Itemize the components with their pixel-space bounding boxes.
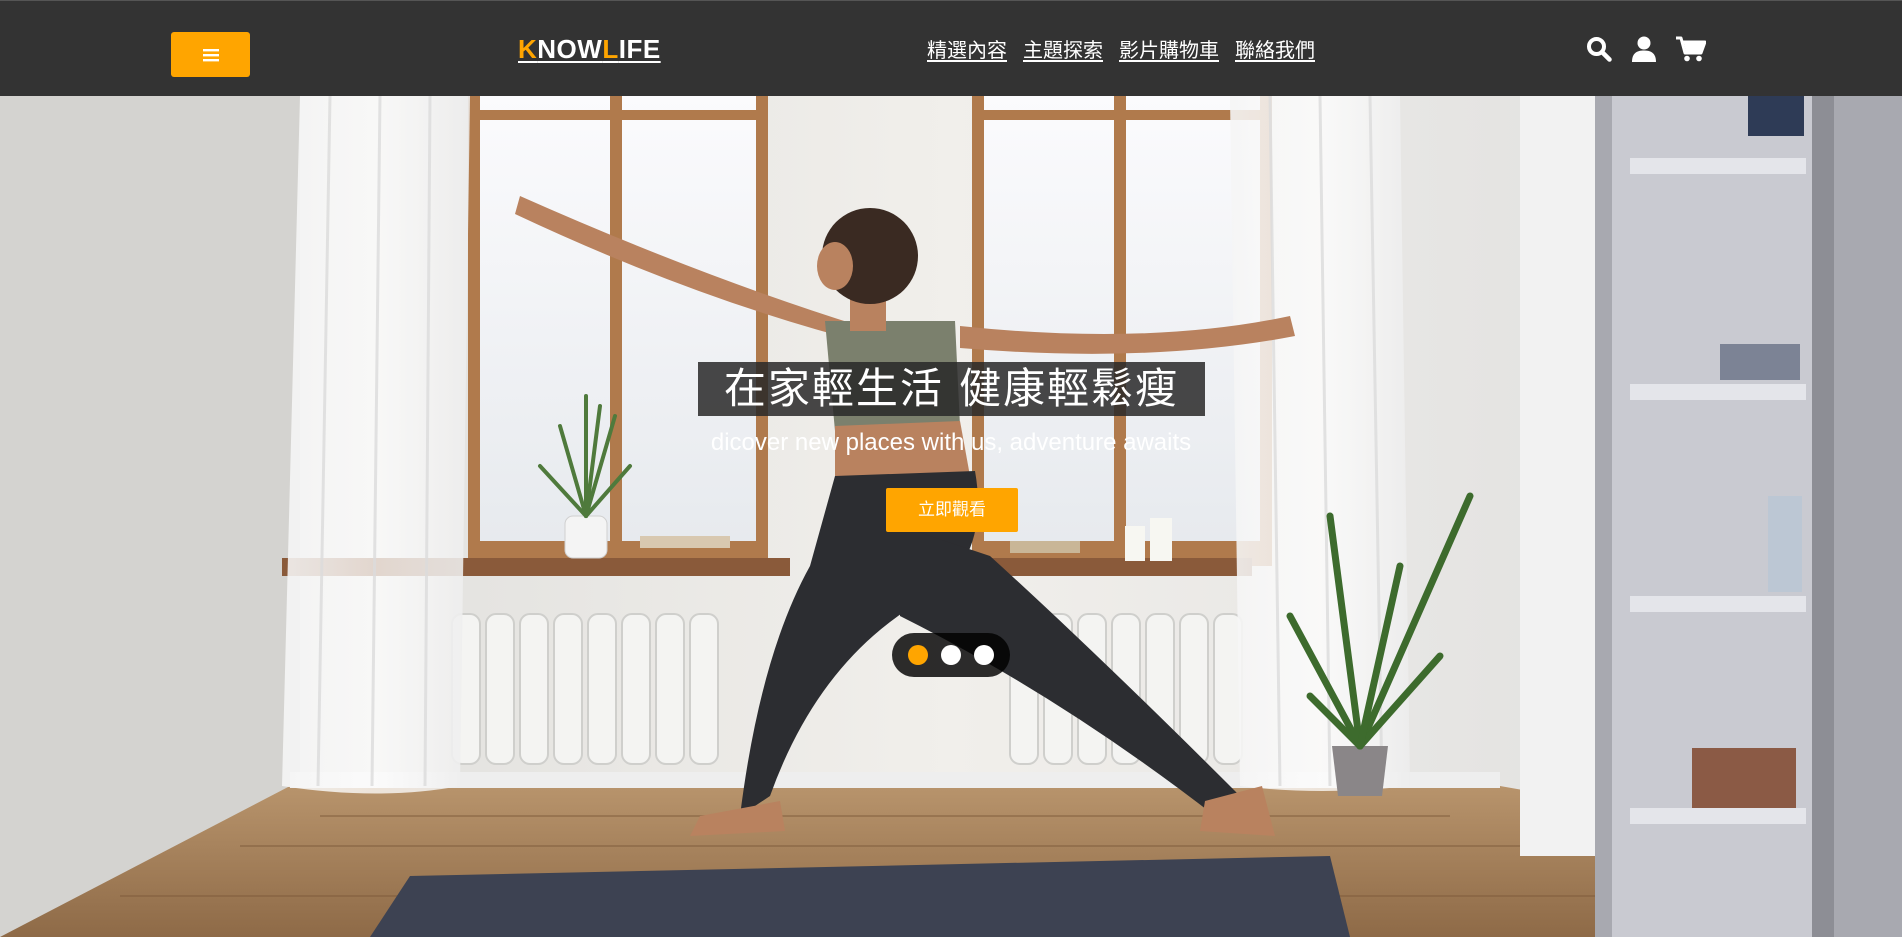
- hero-banner: 在家輕生活 健康輕鬆瘦 dicover new places with us, …: [0, 96, 1902, 937]
- logo-letter-k: K: [518, 34, 538, 64]
- carousel-dot-3[interactable]: [974, 645, 994, 665]
- nav-link-video-cart[interactable]: 影片購物車: [1119, 35, 1219, 65]
- hamburger-icon: [202, 48, 219, 62]
- logo-letters-ife: IFE: [618, 34, 661, 64]
- watch-now-button[interactable]: 立即觀看: [886, 488, 1018, 532]
- hero-subtitle: dicover new places with us, adventure aw…: [710, 429, 1192, 456]
- logo-letters-now: NOW: [537, 34, 603, 64]
- header-actions: [1586, 31, 1706, 67]
- carousel-indicators: [892, 633, 1010, 677]
- nav-link-contact[interactable]: 聯絡我們: [1235, 35, 1315, 65]
- menu-toggle-button[interactable]: [171, 32, 250, 77]
- main-nav: 精選內容 主題探索 影片購物車 聯絡我們: [927, 35, 1315, 65]
- hero-title: 在家輕生活 健康輕鬆瘦: [698, 362, 1205, 416]
- carousel-dot-1[interactable]: [908, 645, 928, 665]
- carousel-dot-2[interactable]: [941, 645, 961, 665]
- top-navbar: KNOWLIFE 精選內容 主題探索 影片購物車 聯絡我們: [0, 0, 1902, 96]
- nav-link-featured[interactable]: 精選內容: [927, 35, 1007, 65]
- search-icon[interactable]: [1586, 36, 1612, 62]
- nav-link-topics[interactable]: 主題探索: [1023, 35, 1103, 65]
- site-logo[interactable]: KNOWLIFE: [518, 31, 661, 67]
- cart-icon[interactable]: [1676, 36, 1706, 62]
- logo-letter-l: L: [602, 34, 619, 64]
- user-icon[interactable]: [1632, 36, 1656, 62]
